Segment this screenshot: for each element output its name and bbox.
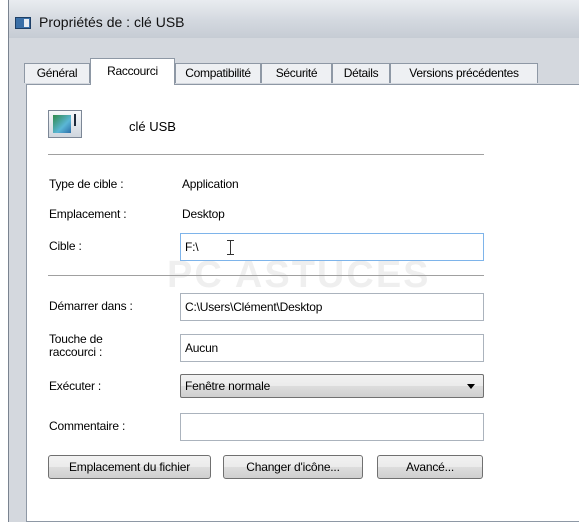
target-input-value: F:\ (185, 240, 199, 254)
tab-previous-versions[interactable]: Versions précédentes (390, 63, 538, 83)
open-file-location-button[interactable]: Emplacement du fichier (48, 455, 211, 479)
run-label: Exécuter : (49, 379, 102, 393)
hotkey-input[interactable]: Aucun (180, 334, 484, 362)
tab-security[interactable]: Sécurité (261, 63, 332, 83)
shortcut-panel: PC ASTUCES clé USB Type de cible : Appli… (26, 84, 579, 522)
target-input[interactable]: F:\ (180, 233, 484, 261)
change-icon-button[interactable]: Changer d'icône... (223, 455, 363, 479)
start-in-input[interactable]: C:\Users\Clément\Desktop (180, 293, 484, 321)
target-type-label: Type de cible : (49, 177, 124, 191)
target-type-value: Application (182, 177, 239, 191)
comment-input[interactable] (180, 413, 484, 441)
hotkey-label: Touche de raccourci : (49, 332, 103, 359)
location-label: Emplacement : (49, 207, 127, 221)
separator (48, 154, 484, 155)
tab-general[interactable]: Général (24, 63, 90, 83)
separator (48, 275, 484, 276)
shortcut-name: clé USB (129, 119, 176, 134)
title-bar[interactable]: Propriétés de : clé USB (9, 0, 579, 38)
tab-compatibility[interactable]: Compatibilité (175, 63, 261, 83)
advanced-button[interactable]: Avancé... (377, 455, 483, 479)
tab-shortcut[interactable]: Raccourci (90, 58, 175, 85)
run-select-value: Fenêtre normale (185, 379, 271, 393)
chevron-down-icon (467, 384, 475, 389)
properties-window: Propriétés de : clé USB Général Raccourc… (8, 0, 579, 522)
comment-label: Commentaire : (49, 419, 126, 433)
text-cursor-icon (227, 240, 234, 255)
tab-details[interactable]: Détails (332, 63, 390, 83)
run-select[interactable]: Fenêtre normale (180, 374, 484, 398)
target-label: Cible : (49, 239, 82, 253)
window-title: Propriétés de : clé USB (39, 14, 185, 30)
start-in-label: Démarrer dans : (49, 299, 133, 313)
window-icon (15, 17, 31, 29)
tab-strip: Général Raccourci Compatibilité Sécurité… (9, 58, 579, 85)
usb-drive-icon (48, 110, 82, 138)
location-value: Desktop (182, 207, 225, 221)
